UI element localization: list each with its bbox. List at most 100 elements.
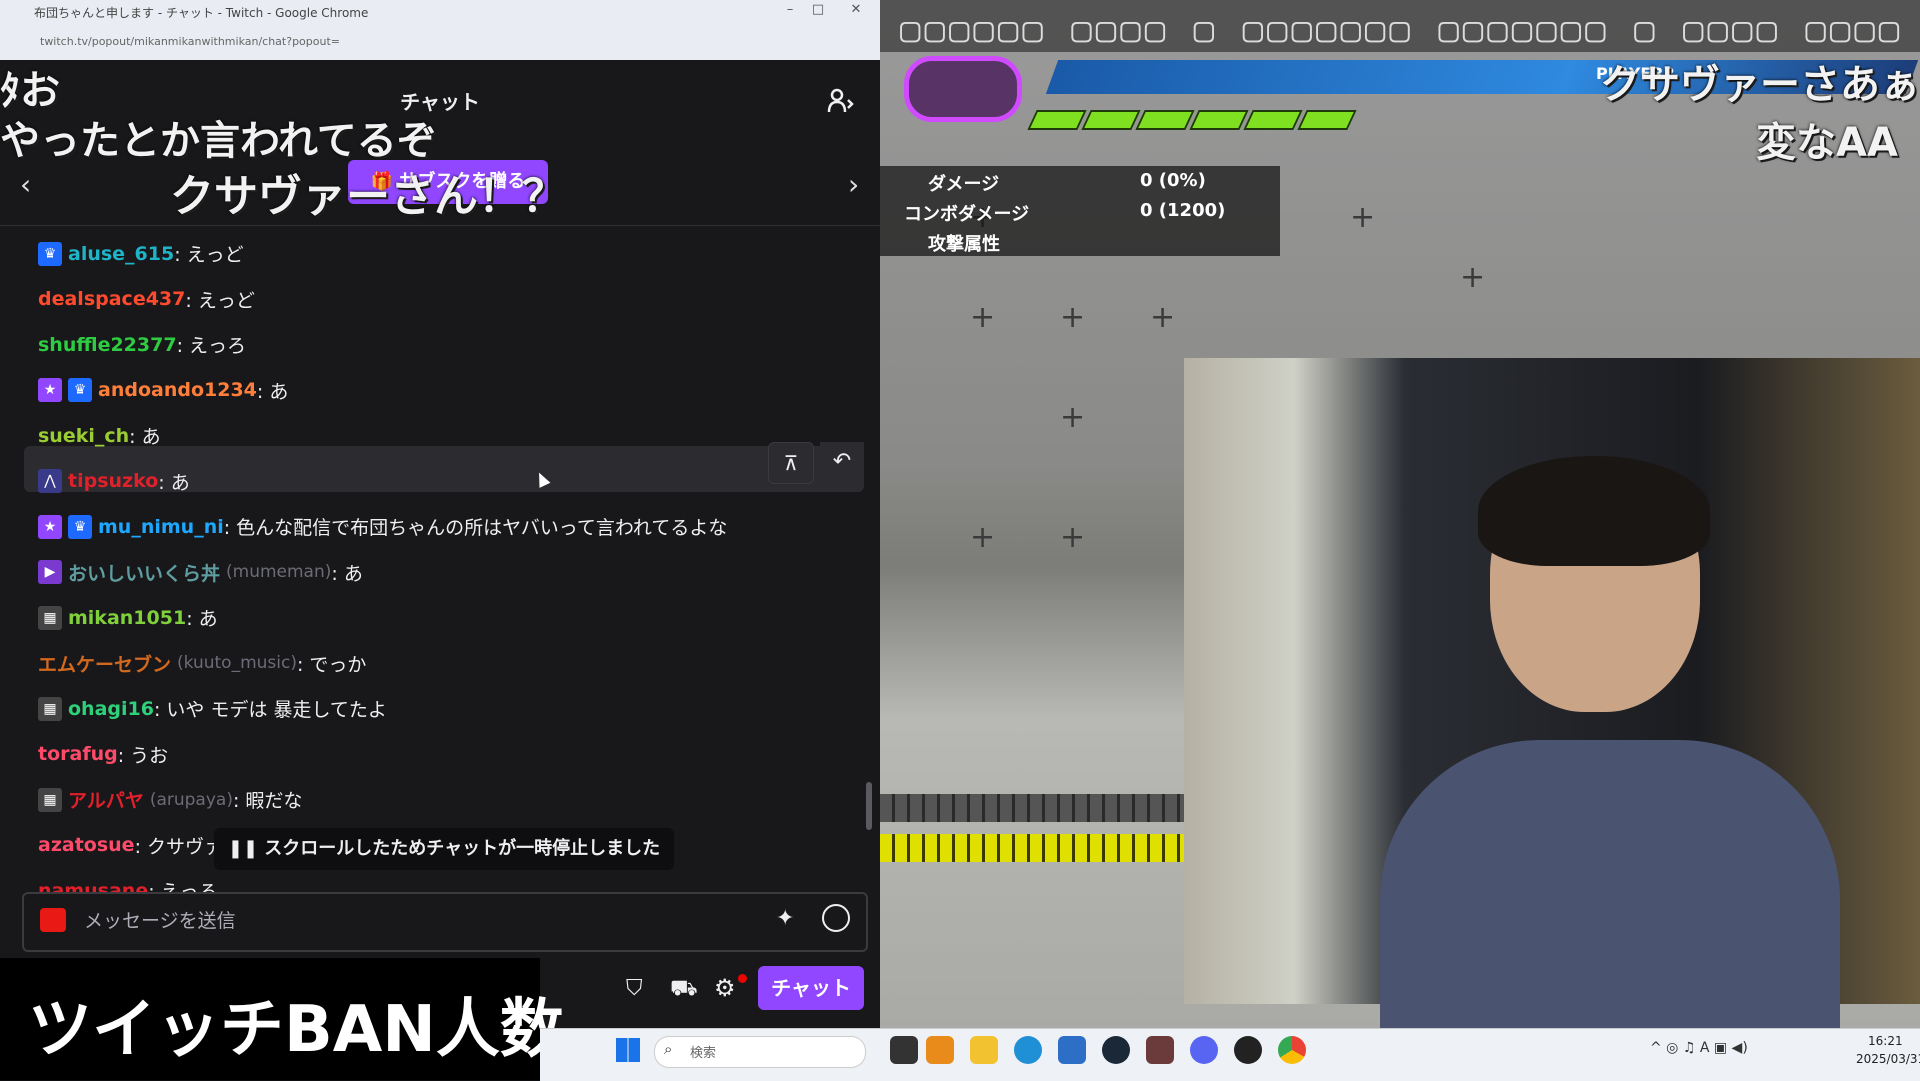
chat-message[interactable]: ▦ アルパヤ (arupaya): 暇だな [24, 776, 864, 820]
overlay-comment: クサヴァーさあぁ [1600, 62, 1920, 108]
chat-message-text: : あ [129, 426, 161, 448]
chat-username[interactable]: tipsuzko [68, 470, 158, 492]
chat-message-text: : えっど [174, 244, 244, 266]
file-explorer-icon[interactable] [970, 1036, 998, 1064]
stat-label: ダメージ [928, 174, 1000, 195]
chat-message[interactable]: sueki_ch: あ [24, 412, 864, 456]
gear-icon[interactable]: ⚙ [714, 974, 736, 1002]
drive-segment [1081, 110, 1141, 130]
chat-message-text: : えっど [185, 289, 255, 312]
chat-username[interactable]: aluse_615 [68, 243, 174, 265]
streamer-body [1380, 740, 1840, 1040]
chrome-icon[interactable] [1278, 1036, 1306, 1064]
minimize-icon[interactable]: – [780, 3, 800, 17]
chat-message[interactable]: shuffle22377: えっろ [24, 321, 864, 365]
chat-username[interactable]: shuffle22377 [38, 334, 177, 356]
wall-marker: + [1060, 300, 1086, 335]
sub-badge-icon[interactable]: ♛ [68, 514, 92, 539]
chat-username[interactable]: アルパヤ [68, 786, 144, 813]
chat-message-text: : うお [117, 744, 169, 767]
prime-badge-icon[interactable]: ★ [38, 378, 62, 402]
chat-message-text: : あ [331, 562, 363, 585]
chat-username[interactable]: azatosue [38, 834, 135, 856]
drive-segment [1027, 110, 1087, 130]
chat-send-button[interactable]: チャット [758, 966, 864, 1010]
super-meter [880, 834, 1184, 862]
bag-icon[interactable]: ⛟ [670, 976, 698, 1004]
emote-icon[interactable] [822, 904, 850, 932]
chat-username[interactable]: mu_nimu_ni [98, 516, 224, 538]
chat-message-text: : あ [186, 608, 218, 630]
chat-message[interactable]: dealspace437: えっど [24, 276, 864, 320]
overlay-comment: 変なAA [1756, 120, 1898, 166]
community-icon[interactable] [826, 86, 856, 116]
chat-message[interactable]: ♛ aluse_615: えっど [24, 230, 864, 274]
sub-badge-icon[interactable]: ♛ [38, 241, 62, 266]
chat-message[interactable]: ▦ mikan1051: あ [24, 594, 864, 638]
chevron-left-icon[interactable]: ‹ [20, 168, 31, 201]
stat-value: 0 (0%) [1140, 170, 1206, 191]
system-tray[interactable]: ^ ◎ ♫ A ▣ ◀) [1650, 1040, 1748, 1056]
copilot-icon[interactable] [926, 1036, 954, 1064]
game-icon[interactable] [1146, 1036, 1174, 1064]
chat-login-name: (mumeman) [226, 562, 332, 582]
video-caption: ツイッチBAN人数 [28, 993, 564, 1067]
shield-icon[interactable]: ⛉ [626, 976, 643, 1001]
obs-icon[interactable] [1234, 1036, 1262, 1064]
drive-gauge-icon [904, 56, 1022, 122]
discord-icon[interactable] [1190, 1036, 1218, 1064]
chat-username[interactable]: andoando1234 [98, 379, 257, 401]
chat-message[interactable]: ★ ♛ mu_nimu_ni: 色んな配信で布団ちゃんの所はヤバいって言われてるよな [24, 503, 864, 547]
chat-message[interactable]: ▦ ohagi16: いや モデは 暴走してたよ [24, 685, 864, 729]
chevron-right-icon[interactable]: › [848, 168, 859, 201]
chat-message-text: : でっか [296, 653, 367, 676]
taskbar-search[interactable] [654, 1036, 866, 1068]
bits-icon[interactable]: ✦ [776, 906, 794, 931]
sub-badge-icon[interactable]: ♛ [68, 378, 92, 402]
browser-url[interactable]: twitch.tv/popout/mikanmikanwithmikan/cha… [40, 35, 340, 48]
chat-message[interactable]: ▶ おいしいいくら丼 (mumeman): あ [24, 549, 864, 593]
reply-icon[interactable]: ↶ [820, 442, 864, 482]
steam-icon[interactable] [1102, 1036, 1130, 1064]
drive-segment [1189, 110, 1249, 130]
chat-message[interactable]: ⋀ tipsuzko: あ [24, 458, 864, 502]
chat-message-text: : 色んな配信で布団ちゃんの所はヤバいって言われてるよな [223, 517, 728, 539]
stat-label: 攻撃属性 [928, 234, 1000, 255]
wall-marker: + [1350, 200, 1376, 235]
clock-time[interactable]: 16:21 [1868, 1034, 1903, 1048]
camera-icon [40, 908, 66, 932]
mod-badge-icon[interactable]: ⋀ [38, 469, 62, 493]
gift-badge-icon[interactable]: ▦ [38, 787, 62, 812]
vid-badge-icon[interactable]: ▶ [38, 560, 62, 584]
chat-username[interactable]: エムケーセブン [38, 650, 171, 677]
clock-date[interactable]: 2025/03/31 [1856, 1052, 1920, 1066]
chat-username[interactable]: torafug [38, 743, 118, 765]
chat-paused-banner[interactable]: ❚❚ スクロールしたためチャットが一時停止しました [214, 828, 674, 870]
chat-message[interactable]: エムケーセブン (kuuto_music): でっか [24, 640, 864, 684]
chat-username[interactable]: sueki_ch [38, 425, 129, 447]
task-view-icon[interactable] [890, 1036, 918, 1064]
chat-username[interactable]: mikan1051 [68, 607, 186, 629]
wall-marker: + [970, 300, 996, 335]
chat-username[interactable]: おいしいいくら丼 [68, 559, 220, 586]
gift-badge-icon[interactable]: ▦ [38, 696, 62, 721]
notification-dot [738, 974, 747, 983]
chat-message[interactable]: torafug: うお [24, 731, 864, 775]
drive-segment [1243, 110, 1303, 130]
maximize-icon[interactable]: □ [808, 3, 828, 17]
chat-username[interactable]: ohagi16 [68, 698, 154, 720]
paused-notice-text: スクロールしたためチャットが一時停止しました [264, 838, 661, 859]
chat-username[interactable]: dealspace437 [38, 288, 185, 310]
windows-start-icon[interactable] [616, 1038, 640, 1062]
chat-login-name: (kuuto_music) [177, 653, 297, 673]
chat-message[interactable]: ★ ♛ andoando1234: あ [24, 367, 864, 411]
chat-message-text: : あ [256, 380, 289, 403]
pin-icon[interactable]: ⊼ [768, 442, 814, 484]
edge-icon[interactable] [1014, 1036, 1042, 1064]
streamer-hair [1478, 456, 1710, 566]
chat-scrollbar[interactable] [866, 782, 872, 830]
gift-badge-icon[interactable]: ▦ [38, 605, 62, 630]
close-icon[interactable]: ✕ [846, 3, 866, 17]
prime-badge-icon[interactable]: ★ [38, 514, 62, 539]
store-icon[interactable] [1058, 1036, 1086, 1064]
